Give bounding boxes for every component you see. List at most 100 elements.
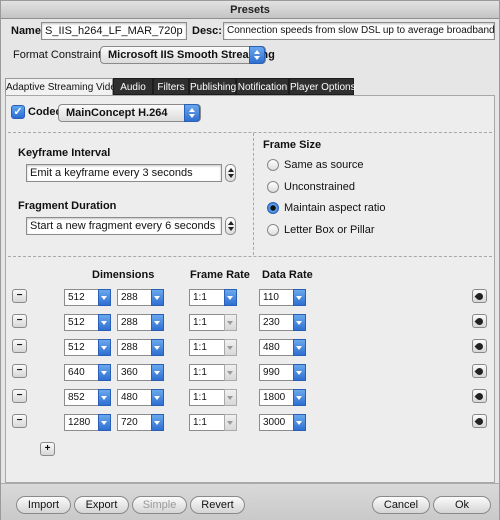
tab-filters[interactable]: Filters [153,78,189,95]
frame-rate-value: 1:1 [193,292,207,303]
chevron-down-icon [151,289,164,306]
height-value: 288 [121,342,138,353]
separator [253,133,254,255]
format-constraints-label: Format Constraints: [13,49,110,61]
height-value: 288 [121,317,138,328]
data-rate-combo[interactable]: 110 [259,289,306,306]
radio-letter-box-or-pillar[interactable] [267,224,279,236]
frame-rate-value: 1:1 [193,342,207,353]
fragment-duration-field[interactable]: Start a new fragment every 6 seconds [26,217,222,235]
remove-stream-button[interactable]: − [12,389,27,403]
popup-arrows-icon [184,104,200,122]
tab-audio[interactable]: Audio [113,78,153,95]
codec-checkbox[interactable]: ✓ [11,105,25,119]
tab-notification[interactable]: Notification [236,78,289,95]
chevron-down-icon [224,364,237,381]
radio-unconstrained[interactable] [267,181,279,193]
edit-stream-button[interactable] [472,289,487,303]
edit-icon [474,316,485,327]
codec-value: MainConcept H.264 [66,107,168,119]
remove-stream-button[interactable]: − [12,414,27,428]
data-rate-combo[interactable]: 480 [259,339,306,356]
frame-rate-value: 1:1 [193,392,207,403]
edit-stream-button[interactable] [472,314,487,328]
export-button[interactable]: Export [74,496,129,514]
width-value: 852 [68,392,85,403]
data-rate-combo[interactable]: 230 [259,314,306,331]
separator [8,132,492,133]
add-stream-button[interactable]: + [40,442,55,456]
codec-popup[interactable]: MainConcept H.264 [58,104,201,122]
edit-stream-button[interactable] [472,364,487,378]
cancel-button[interactable]: Cancel [372,496,430,514]
height-combo[interactable]: 480 [117,389,164,406]
radio-same-as-source[interactable] [267,159,279,171]
simple-button[interactable]: Simple [132,496,187,514]
edit-stream-button[interactable] [472,339,487,353]
height-combo[interactable]: 360 [117,364,164,381]
chevron-down-icon [224,289,237,306]
desc-field[interactable]: Connection speeds from slow DSL up to av… [223,22,495,40]
remove-stream-button[interactable]: − [12,364,27,378]
plus-icon: + [44,443,51,454]
data-rate-combo[interactable]: 3000 [259,414,306,431]
frame-rate-combo[interactable]: 1:1 [189,339,237,356]
edit-stream-button[interactable] [472,414,487,428]
minus-icon: − [16,340,23,351]
chevron-down-icon [293,364,306,381]
separator [8,256,492,257]
chevron-down-icon [293,289,306,306]
height-combo[interactable]: 288 [117,314,164,331]
data-rate-value: 480 [263,342,280,353]
minus-icon: − [16,415,23,426]
chevron-down-icon [98,414,111,431]
name-label: Name: [11,25,45,37]
data-rate-value: 110 [263,292,279,303]
data-rate-combo[interactable]: 1800 [259,389,306,406]
width-combo[interactable]: 852 [64,389,111,406]
checkmark-icon: ✓ [13,106,23,118]
revert-button[interactable]: Revert [190,496,245,514]
data-rate-combo[interactable]: 990 [259,364,306,381]
width-combo[interactable]: 512 [64,339,111,356]
frame-rate-combo[interactable]: 1:1 [189,414,237,431]
width-value: 1280 [68,417,91,428]
tab-adaptive-streaming-video[interactable]: Adaptive Streaming Video [5,78,121,95]
keyframe-stepper-icon[interactable] [225,164,236,182]
frame-rate-combo[interactable]: 1:1 [189,389,237,406]
frame-rate-combo[interactable]: 1:1 [189,364,237,381]
data-rate-value: 1800 [263,392,286,403]
edit-icon [474,341,485,352]
import-button[interactable]: Import [16,496,71,514]
height-combo[interactable]: 288 [117,289,164,306]
fragment-stepper-icon[interactable] [225,217,236,235]
width-combo[interactable]: 512 [64,289,111,306]
radio-maintain-aspect-ratio[interactable] [267,202,279,214]
radio-label: Unconstrained [284,181,355,193]
height-combo[interactable]: 720 [117,414,164,431]
edit-icon [474,291,485,302]
chevron-down-icon [98,389,111,406]
tab-player-options[interactable]: Player Options [289,78,356,95]
keyframe-interval-label: Keyframe Interval [18,147,111,159]
desc-label: Desc: [192,25,222,37]
chevron-down-icon [151,364,164,381]
frame-rate-combo[interactable]: 1:1 [189,289,237,306]
chevron-down-icon [98,314,111,331]
tab-publishing[interactable]: Publishing [189,78,236,95]
edit-stream-button[interactable] [472,389,487,403]
width-combo[interactable]: 512 [64,314,111,331]
width-combo[interactable]: 640 [64,364,111,381]
keyframe-interval-field[interactable]: Emit a keyframe every 3 seconds [26,164,222,182]
ok-button[interactable]: Ok [433,496,491,514]
remove-stream-button[interactable]: − [12,314,27,328]
height-combo[interactable]: 288 [117,339,164,356]
frame-rate-combo[interactable]: 1:1 [189,314,237,331]
width-combo[interactable]: 1280 [64,414,111,431]
name-field[interactable]: S_IIS_h264_LF_MAR_720p [41,22,187,40]
remove-stream-button[interactable]: − [12,289,27,303]
format-constraints-popup[interactable]: Microsoft IIS Smooth Streaming [100,46,275,64]
chevron-down-icon [224,314,237,331]
chevron-down-icon [151,314,164,331]
remove-stream-button[interactable]: − [12,339,27,353]
